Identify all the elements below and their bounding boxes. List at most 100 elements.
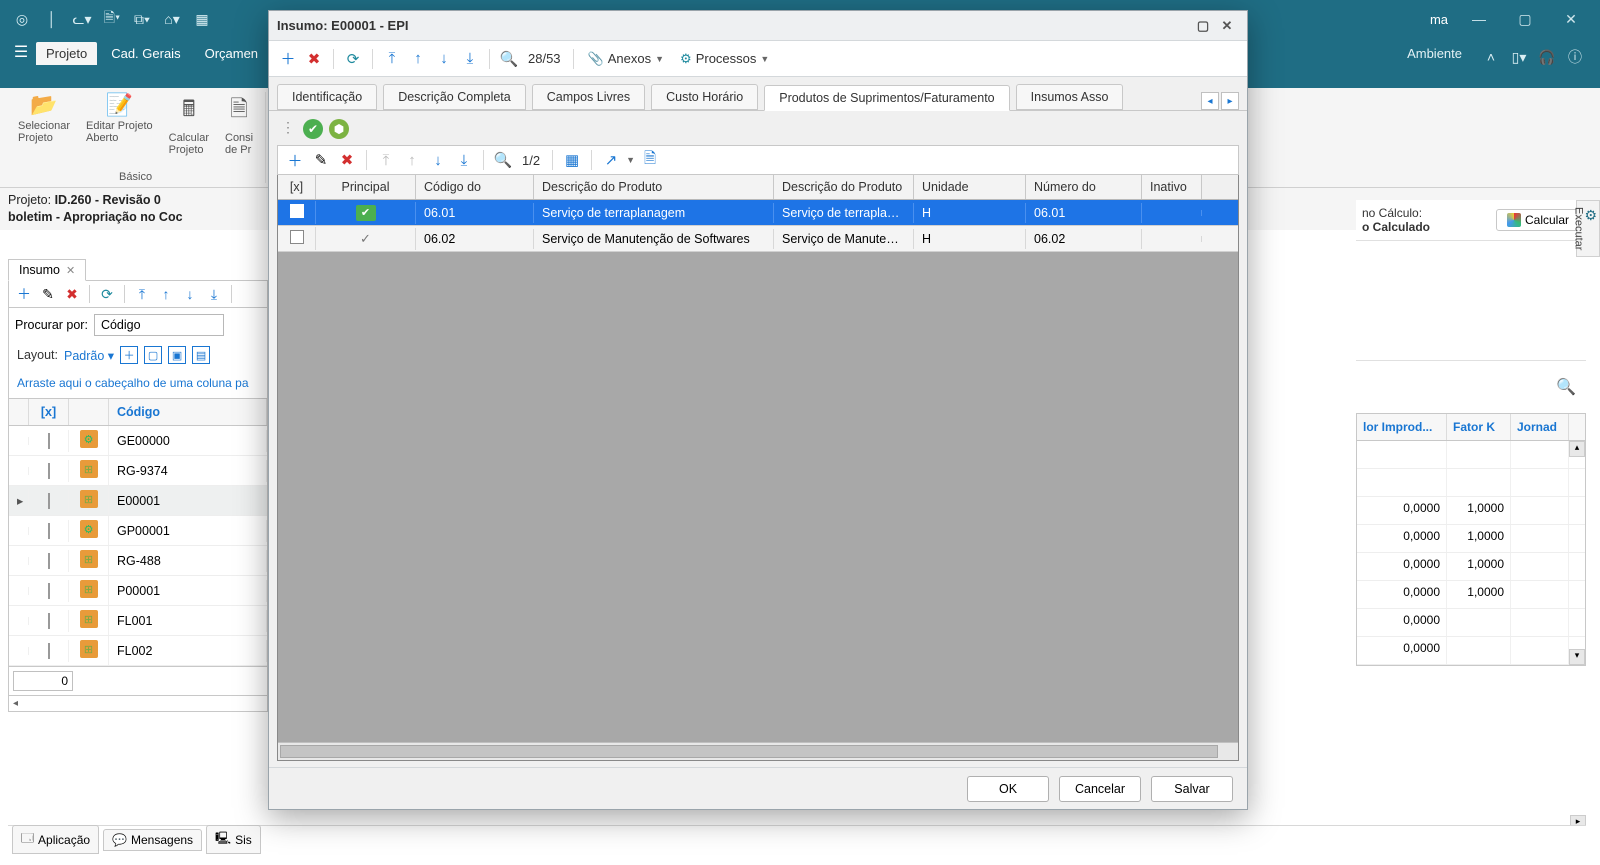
list-item[interactable]: RG-9374 <box>9 456 267 486</box>
tab-identificacao[interactable]: Identificação <box>277 84 377 110</box>
status-ok-icon[interactable]: ✔ <box>303 119 323 139</box>
qa-doc-icon[interactable]: 🗎▾ <box>102 9 122 29</box>
delete-icon[interactable]: ✖ <box>303 46 325 72</box>
edit-icon[interactable]: ✎ <box>310 147 332 173</box>
layout-icon[interactable]: ▯▾ <box>1508 46 1530 68</box>
layout-c-icon[interactable]: ▣ <box>168 346 186 364</box>
layout-d-icon[interactable]: ▤ <box>192 346 210 364</box>
qa-camera-icon[interactable]: ⧉▾ <box>132 9 152 29</box>
ribbon-selecionar-projeto[interactable]: 📂 Selecionar Projeto <box>10 92 78 156</box>
modal-titlebar[interactable]: Insumo: E00001 - EPI ▢ ✕ <box>269 11 1247 41</box>
list-item[interactable]: ▸E00001 <box>9 486 267 516</box>
table-row[interactable]: 0,00001,0000 <box>1357 497 1585 525</box>
table-row[interactable] <box>1357 469 1585 497</box>
status-tab-sis[interactable]: 🖳 Sis <box>206 825 261 854</box>
last-icon[interactable]: ⤓ <box>459 46 481 72</box>
list-item[interactable]: GE00000 <box>9 426 267 456</box>
help-icon[interactable]: ⓘ <box>1564 46 1586 68</box>
tab-descricao-completa[interactable]: Descrição Completa <box>383 84 526 110</box>
scroll-down-icon[interactable]: ▾ <box>1569 649 1585 665</box>
last-icon[interactable]: ⤓ <box>453 147 475 173</box>
table-row[interactable]: 0,0000 <box>1357 637 1585 665</box>
file-menu-icon[interactable]: ☰ <box>6 42 36 62</box>
search-icon[interactable]: 🔍 <box>1356 361 1586 413</box>
ribbon-tab-projeto[interactable]: Projeto <box>36 42 97 65</box>
tab-insumos-assoc[interactable]: Insumos Asso <box>1016 84 1124 110</box>
tab-custo-horario[interactable]: Custo Horário <box>651 84 758 110</box>
cancel-button[interactable]: Cancelar <box>1059 776 1141 802</box>
export-icon[interactable]: ↗ <box>600 147 622 173</box>
window-maximize-icon[interactable]: ▢ <box>1502 3 1548 35</box>
procurar-input[interactable] <box>94 314 224 336</box>
last-icon[interactable]: ⤓ <box>205 285 223 303</box>
table-row[interactable] <box>1357 441 1585 469</box>
save-button[interactable]: Salvar <box>1151 776 1233 802</box>
list-body[interactable]: GE00000RG-9374▸E00001GP00001RG-488P00001… <box>8 426 268 667</box>
refresh-icon[interactable]: ⟳ <box>98 285 116 303</box>
table-row[interactable]: 0,00001,0000 <box>1357 581 1585 609</box>
ribbon-editar-projeto[interactable]: 📝 Editar Projeto Aberto <box>78 92 161 156</box>
search-icon[interactable]: 🔍 <box>498 46 520 72</box>
list-item[interactable]: GP00001 <box>9 516 267 546</box>
table-row[interactable]: 0,00001,0000 <box>1357 553 1585 581</box>
columns-icon[interactable]: ▦ <box>561 147 583 173</box>
products-grid[interactable]: [x] Principal Código do Descrição do Pro… <box>277 175 1239 761</box>
down-icon[interactable]: ↓ <box>433 46 455 72</box>
first-icon[interactable]: ⤒ <box>133 285 151 303</box>
down-icon[interactable]: ↓ <box>427 147 449 173</box>
modal-maximize-icon[interactable]: ▢ <box>1191 16 1215 36</box>
up-icon[interactable]: ↑ <box>407 46 429 72</box>
list-item[interactable]: RG-488 <box>9 546 267 576</box>
first-icon[interactable]: ⤒ <box>381 46 403 72</box>
add-icon[interactable]: ＋ <box>15 285 33 303</box>
ambiente-link[interactable]: Ambiente <box>1397 42 1472 65</box>
table-row[interactable]: 0,0000 <box>1357 609 1585 637</box>
ribbon-tab-orcamen[interactable]: Orçamen <box>195 42 268 65</box>
qa-org-icon[interactable]: ᓚ▾ <box>72 9 92 29</box>
tab-scroll-right-icon[interactable]: ▸ <box>1221 92 1239 110</box>
document-icon[interactable]: 🗎 <box>639 147 661 173</box>
list-item[interactable]: P00001 <box>9 576 267 606</box>
add-icon[interactable]: ＋ <box>277 46 299 72</box>
delete-icon[interactable]: ✖ <box>63 285 81 303</box>
tab-scroll-left-icon[interactable]: ◂ <box>1201 92 1219 110</box>
status-cluster-icon[interactable]: ⬢ <box>329 119 349 139</box>
close-icon[interactable]: ✕ <box>66 265 75 277</box>
calcular-button[interactable]: Calcular <box>1496 209 1580 231</box>
window-minimize-icon[interactable]: — <box>1456 3 1502 35</box>
status-tab-mensagens[interactable]: 💬 Mensagens <box>103 829 202 851</box>
add-icon[interactable]: ＋ <box>284 147 306 173</box>
collapse-ribbon-icon[interactable]: ˄ <box>1480 46 1502 68</box>
panel-tab-insumo[interactable]: Insumo✕ <box>8 259 86 281</box>
edit-icon[interactable]: ✎ <box>39 285 57 303</box>
hscroll-left-icon[interactable]: ◂ <box>9 698 22 709</box>
count-input[interactable] <box>13 671 73 691</box>
scroll-up-icon[interactable]: ▴ <box>1569 441 1585 457</box>
status-tab-aplicacao[interactable]: 🗔 Aplicação <box>12 825 99 854</box>
processos-dropdown[interactable]: ⚙ Processos▼ <box>674 51 775 67</box>
layout-dropdown[interactable]: Padrão ▾ <box>64 348 114 363</box>
search-icon[interactable]: 🔍 <box>492 147 514 173</box>
qa-grid-icon[interactable]: ▦ <box>192 9 212 29</box>
qa-home-icon[interactable]: ⌂▾ <box>162 9 182 29</box>
down-icon[interactable]: ↓ <box>181 285 199 303</box>
up-icon[interactable]: ↑ <box>157 285 175 303</box>
ribbon-calcular-projeto[interactable]: 🖩 Calcular Projeto <box>161 92 217 156</box>
grid-hscrollbar[interactable] <box>278 742 1238 760</box>
layout-add-icon[interactable]: ＋ <box>120 346 138 364</box>
headset-icon[interactable]: 🎧 <box>1536 46 1558 68</box>
anexos-dropdown[interactable]: 📎 Anexos▼ <box>582 51 670 67</box>
tab-campos-livres[interactable]: Campos Livres <box>532 84 645 110</box>
tab-produtos-suprimentos[interactable]: Produtos de Suprimentos/Faturamento <box>764 85 1009 111</box>
ribbon-tab-cad-gerais[interactable]: Cad. Gerais <box>101 42 190 65</box>
table-row[interactable]: ✔06.01Serviço de terraplanagemServiço de… <box>278 200 1238 226</box>
table-row[interactable]: 0,00001,0000 <box>1357 525 1585 553</box>
list-item[interactable]: FL001 <box>9 606 267 636</box>
ok-button[interactable]: OK <box>967 776 1049 802</box>
list-item[interactable]: FL002 <box>9 636 267 666</box>
app-logo-icon[interactable]: ◎ <box>12 9 32 29</box>
refresh-icon[interactable]: ⟳ <box>342 46 364 72</box>
ribbon-consi[interactable]: 🗎 Consi de Pr <box>217 92 261 156</box>
layout-b-icon[interactable]: ▢ <box>144 346 162 364</box>
executar-side-tab[interactable]: ⚙ Executar <box>1576 200 1600 257</box>
